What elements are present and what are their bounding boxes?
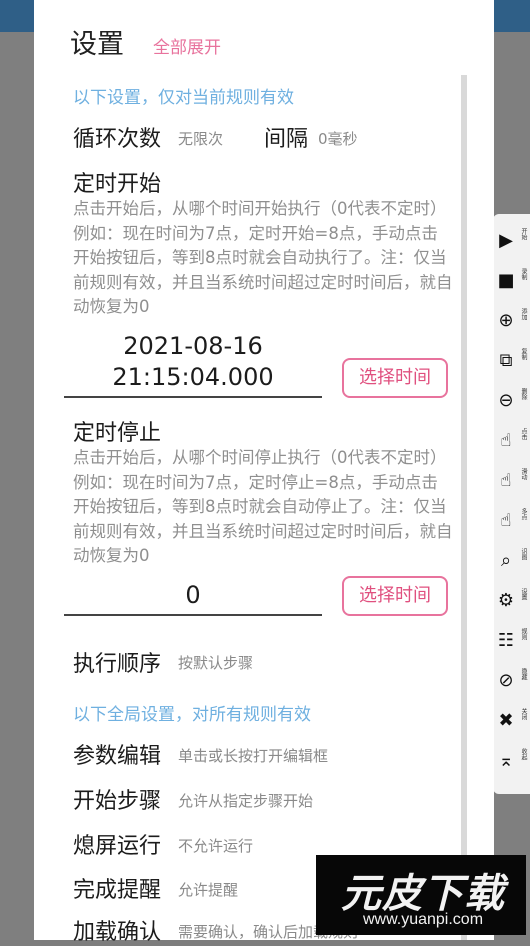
load-confirm-label[interactable]: 加载确认 <box>73 914 161 946</box>
settings-icon: ⚙ <box>497 590 515 611</box>
hide-icon: ⊘ <box>498 670 514 691</box>
finish-reminder-value[interactable]: 允许提醒 <box>178 879 238 900</box>
toolbar-copy-button[interactable]: ⧉ 复制 <box>493 342 530 380</box>
toolbar-close-button[interactable]: ✖ 关闭 <box>493 702 530 740</box>
copy-icon: ⧉ <box>499 350 513 371</box>
param-edit-value[interactable]: 单击或长按打开编辑框 <box>178 745 328 766</box>
start-step-label[interactable]: 开始步骤 <box>73 783 161 815</box>
toolbar-settings-button[interactable]: ⚙ 设置 <box>493 582 530 620</box>
toolbar-rules-button[interactable]: ☷ 规则 <box>493 622 530 660</box>
scrollbar[interactable] <box>461 75 467 940</box>
toolbar-hide-button[interactable]: ⊘ 隐藏 <box>493 662 530 700</box>
toolbar-recognize-button[interactable]: ⌕ 识图 <box>493 542 530 580</box>
dialog-title: 设置 <box>70 29 124 60</box>
tap-icon: ☝ <box>500 430 512 451</box>
watermark: 元皮下载 www.yuanpi.com <box>316 855 526 935</box>
toolbar-record-button[interactable]: ■ 录制 <box>493 262 530 300</box>
timed-stop-label: 定时停止 <box>73 421 162 446</box>
collapse-icon: ⌅ <box>498 750 514 771</box>
toolbar-start-button[interactable]: ▶ 开始 <box>493 222 530 260</box>
play-icon: ▶ <box>499 230 513 251</box>
exec-order-value[interactable]: 按默认步骤 <box>178 652 253 673</box>
multitouch-icon: ☝ <box>500 510 512 531</box>
toolbar-tap-button[interactable]: ☝ 点击 <box>493 422 530 460</box>
timed-stop-pick-button[interactable]: 选择时间 <box>342 576 448 616</box>
screen-off-run-label[interactable]: 熄屏运行 <box>73 828 161 860</box>
toolbar-collapse-button[interactable]: ⌅ 收起 <box>493 742 530 780</box>
loop-count-label[interactable]: 循环次数 <box>73 121 161 153</box>
toolbar-add-button[interactable]: ⊕ 添加 <box>493 302 530 340</box>
add-icon: ⊕ <box>498 310 514 331</box>
screen-off-run-value[interactable]: 不允许运行 <box>178 835 253 856</box>
timed-start-time[interactable]: 21:15:04.000 <box>64 361 322 393</box>
loop-count-value[interactable]: 无限次 <box>178 128 223 149</box>
toolbar-delete-button[interactable]: ⊖ 删除 <box>493 382 530 420</box>
start-step-value[interactable]: 允许从指定步骤开始 <box>178 790 313 811</box>
exec-order-label[interactable]: 执行顺序 <box>73 646 161 678</box>
expand-all-button[interactable]: 全部展开 <box>153 33 221 58</box>
param-edit-label[interactable]: 参数编辑 <box>73 738 161 770</box>
rule-scope-hint: 以下设置，仅对当前规则有效 <box>73 88 294 108</box>
interval-label[interactable]: 间隔 <box>264 121 308 153</box>
watermark-url: www.yuanpi.com <box>362 911 484 928</box>
settings-dialog: 设置 全部展开 以下设置，仅对当前规则有效 循环次数 无限次 间隔 0毫秒 定时… <box>34 0 494 945</box>
timed-start-date[interactable]: 2021-08-16 <box>64 330 322 362</box>
timed-start-pick-button[interactable]: 选择时间 <box>342 358 448 398</box>
timed-stop-value[interactable]: 0 <box>64 579 322 611</box>
timed-start-underline <box>64 396 322 398</box>
recognize-icon: ⌕ <box>500 550 512 571</box>
timed-stop-description: 点击开始后，从哪个时间停止执行（0代表不定时）例如：现在时间为7点，定时停止=8… <box>73 448 453 565</box>
floating-toolbar: ▶ 开始 ■ 录制 ⊕ 添加 ⧉ 复制 ⊖ 删除 ☝ 点击 ☝ 滑动 ☝ 多点 … <box>493 214 530 794</box>
record-icon: ■ <box>497 270 515 291</box>
interval-value[interactable]: 0毫秒 <box>318 128 358 149</box>
toolbar-multitouch-button[interactable]: ☝ 多点 <box>493 502 530 540</box>
toolbar-swipe-button[interactable]: ☝ 滑动 <box>493 462 530 500</box>
timed-start-description: 点击开始后，从哪个时间开始执行（0代表不定时）例如：现在时间为7点，定时开始=8… <box>73 199 453 316</box>
timed-stop-underline <box>64 614 322 616</box>
global-scope-hint: 以下全局设置，对所有规则有效 <box>73 705 311 725</box>
swipe-icon: ☝ <box>500 470 512 491</box>
remove-icon: ⊖ <box>498 390 514 411</box>
finish-reminder-label[interactable]: 完成提醒 <box>73 872 161 904</box>
rules-icon: ☷ <box>497 630 515 651</box>
close-icon: ✖ <box>498 710 514 731</box>
timed-start-label: 定时开始 <box>73 172 162 197</box>
